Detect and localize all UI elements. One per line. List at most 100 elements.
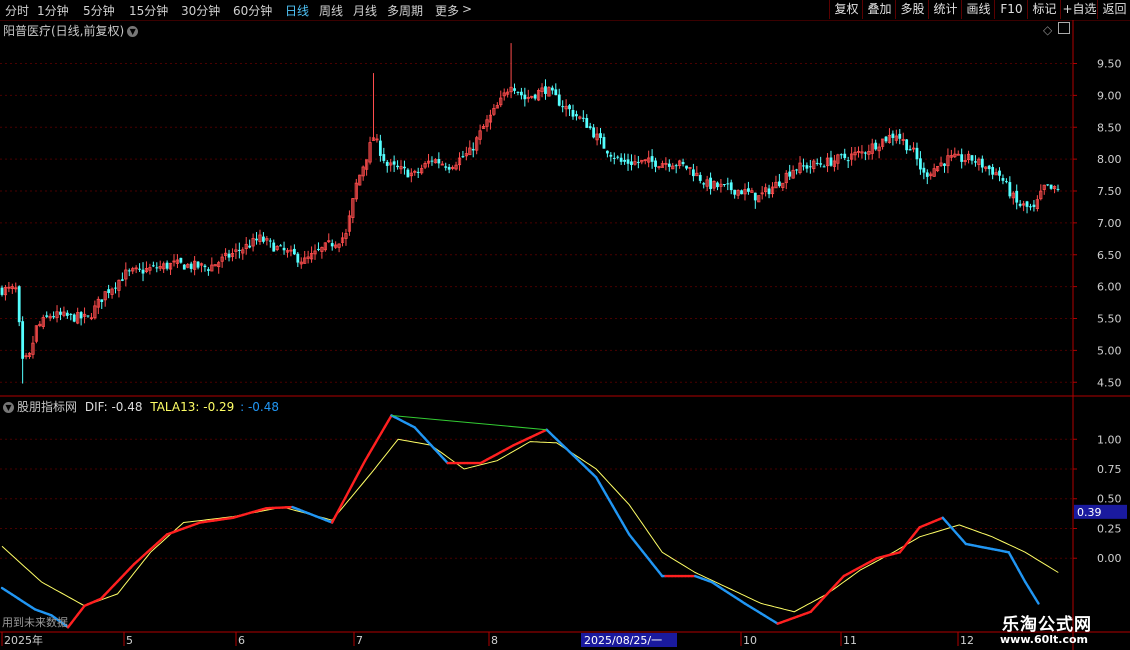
indicator-name[interactable]: 股朋指标网 — [17, 400, 77, 414]
candle — [114, 282, 117, 294]
candle — [640, 159, 644, 165]
candle — [371, 73, 376, 141]
candle-body — [520, 91, 523, 96]
candle — [740, 189, 743, 195]
candle-body — [808, 166, 812, 168]
candle-body — [179, 257, 183, 263]
candle — [764, 183, 768, 197]
candle-body — [1032, 204, 1036, 207]
candle — [520, 87, 523, 100]
stock-title-text: 阳普医疗(日线,前复权) — [3, 24, 125, 38]
candle — [602, 133, 606, 149]
candle — [650, 149, 654, 169]
candle-body — [991, 167, 995, 175]
candle — [248, 239, 252, 249]
candle-body — [1046, 184, 1050, 186]
candle — [919, 151, 922, 175]
candle — [891, 130, 895, 146]
candle — [48, 313, 52, 322]
candle — [791, 165, 795, 179]
candle — [72, 313, 76, 323]
tala13-line — [1, 438, 1059, 613]
candle-body — [206, 269, 210, 271]
candle — [337, 243, 341, 253]
candle — [729, 179, 733, 195]
candle — [492, 104, 496, 116]
candle — [1005, 178, 1008, 184]
candle — [127, 268, 131, 277]
candle-body — [292, 248, 296, 255]
price-tick-label: 6.00 — [1097, 281, 1122, 294]
candle — [568, 103, 571, 116]
candle — [660, 160, 665, 168]
candle — [767, 184, 771, 199]
candle-body — [585, 117, 589, 128]
candle — [884, 135, 888, 144]
candle-body — [863, 152, 867, 154]
candle-body — [702, 183, 706, 185]
candle — [994, 168, 998, 176]
candle — [45, 311, 49, 319]
candle — [812, 158, 816, 173]
candle — [21, 316, 25, 384]
chevron-down-icon[interactable]: ▼ — [127, 26, 139, 37]
candle — [368, 136, 372, 165]
candle — [282, 241, 286, 255]
candle — [836, 153, 840, 170]
candle — [203, 264, 207, 272]
candle-body — [846, 160, 850, 162]
candle-body — [767, 188, 771, 195]
candle — [712, 180, 716, 192]
candle — [554, 83, 558, 96]
time-tick-label: 11 — [843, 634, 857, 647]
candle-body — [802, 165, 805, 167]
candle — [1008, 176, 1012, 199]
candle — [856, 146, 861, 158]
candle — [966, 150, 971, 164]
dif-label: DIF: -0.48 — [84, 400, 143, 414]
chevron-down-icon[interactable]: ▼ — [3, 402, 14, 413]
candle — [581, 110, 585, 123]
candle — [1056, 184, 1060, 192]
candle-body — [444, 166, 448, 168]
candle-body — [378, 140, 382, 156]
indicator-tick-label: 0.25 — [1097, 522, 1122, 535]
candle-body — [138, 268, 141, 270]
stock-title[interactable]: 阳普医疗(日线,前复权) ▼ — [3, 22, 139, 39]
candle — [925, 169, 929, 185]
candle-body — [561, 106, 565, 108]
price-tick-label: 7.50 — [1097, 185, 1122, 198]
candle — [943, 163, 946, 173]
panel-toggle-icon[interactable] — [1058, 22, 1070, 37]
candle-body — [805, 165, 809, 169]
candle-body — [189, 263, 193, 269]
candle — [619, 153, 623, 165]
candle-body — [1056, 188, 1060, 190]
candle — [65, 310, 69, 319]
candle — [722, 183, 726, 187]
candle — [175, 254, 180, 269]
candle — [874, 139, 878, 151]
candle — [62, 306, 66, 318]
candle-body — [203, 265, 207, 268]
watermark-title: 乐淘公式网 — [1002, 615, 1092, 635]
candle — [802, 158, 805, 171]
candle — [898, 129, 902, 145]
candle — [681, 158, 685, 167]
candle-body — [65, 312, 69, 316]
candle — [406, 168, 410, 178]
candle-body — [568, 105, 571, 110]
candle — [960, 148, 964, 169]
candle-body — [795, 169, 798, 171]
time-tick-label: 2025年 — [4, 633, 43, 647]
candle-body — [626, 159, 630, 164]
candle — [3, 284, 8, 301]
candle — [279, 244, 283, 247]
diamond-icon[interactable]: ◇ — [1043, 23, 1052, 37]
candle — [695, 166, 699, 177]
candle — [155, 262, 159, 273]
candle-body — [575, 114, 578, 117]
candle-body — [747, 188, 750, 192]
candle — [887, 128, 892, 144]
candle — [495, 102, 499, 109]
